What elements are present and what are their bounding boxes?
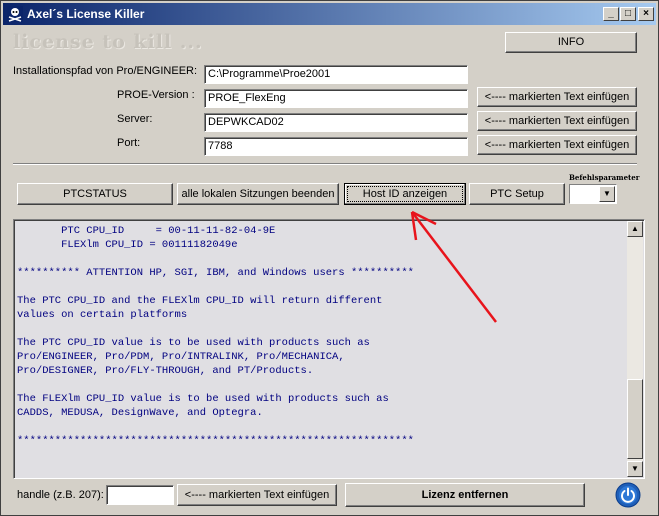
title-bar[interactable]: Axel´s License Killer _ □ × xyxy=(3,3,656,25)
params-dropdown[interactable]: ▼ xyxy=(569,184,617,204)
proe-version-field[interactable]: PROE_FlexEng xyxy=(204,89,468,108)
output-textarea[interactable]: PTC CPU_ID = 00-11-11-82-04-9E FLEXlm CP… xyxy=(13,219,645,479)
watermark-logo: license to kill ... xyxy=(13,31,203,53)
scroll-thumb[interactable] xyxy=(627,379,643,459)
ptcstatus-button[interactable]: PTCSTATUS xyxy=(17,183,173,205)
params-label: Befehlsparameter xyxy=(569,173,640,182)
insert-text-button-version[interactable]: <---- markierten Text einfügen xyxy=(477,87,637,107)
power-icon[interactable] xyxy=(615,482,641,508)
maximize-button[interactable]: □ xyxy=(620,7,636,21)
output-text: PTC CPU_ID = 00-11-11-82-04-9E FLEXlm CP… xyxy=(17,225,414,447)
minimize-button[interactable]: _ xyxy=(603,7,619,21)
insert-text-button-handle[interactable]: <---- markierten Text einfügen xyxy=(177,484,337,506)
host-id-button[interactable]: Host ID anzeigen xyxy=(344,183,466,205)
window-title: Axel´s License Killer xyxy=(27,7,145,21)
port-field[interactable]: 7788 xyxy=(204,137,468,156)
proe-version-label: PROE-Version : xyxy=(117,89,195,101)
vertical-scrollbar[interactable]: ▲ ▼ xyxy=(627,221,643,477)
end-sessions-button[interactable]: alle lokalen Sitzungen beenden xyxy=(177,183,339,205)
chevron-down-icon[interactable]: ▼ xyxy=(599,186,615,202)
remove-license-button[interactable]: Lizenz entfernen xyxy=(345,483,585,507)
server-field[interactable]: DEPWKCAD02 xyxy=(204,113,468,132)
separator xyxy=(13,163,637,165)
insert-text-button-server[interactable]: <---- markierten Text einfügen xyxy=(477,111,637,131)
close-button[interactable]: × xyxy=(638,7,654,21)
scroll-up-icon[interactable]: ▲ xyxy=(627,221,643,237)
insert-text-button-port[interactable]: <---- markierten Text einfügen xyxy=(477,135,637,155)
install-path-field[interactable]: C:\Programme\Proe2001 xyxy=(204,65,468,84)
info-button[interactable]: INFO xyxy=(505,32,637,53)
server-label: Server: xyxy=(117,113,153,125)
skull-icon xyxy=(7,6,23,22)
main-window: Axel´s License Killer _ □ × license to k… xyxy=(0,0,659,516)
port-label: Port: xyxy=(117,137,141,149)
scroll-down-icon[interactable]: ▼ xyxy=(627,461,643,477)
ptc-setup-button[interactable]: PTC Setup xyxy=(469,183,565,205)
install-path-label: Installationspfad von Pro/ENGINEER: xyxy=(13,65,198,77)
handle-field[interactable] xyxy=(106,485,174,505)
handle-label: handle (z.B. 207): xyxy=(17,489,104,501)
